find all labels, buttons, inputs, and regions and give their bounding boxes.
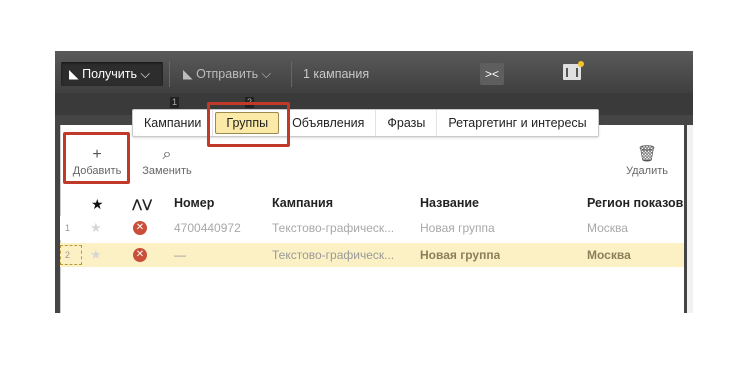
star-column-header[interactable]: ★ <box>91 196 104 213</box>
replace-label: Заменить <box>142 165 192 177</box>
send-button[interactable]: ◣ Отправить ⌵ <box>175 62 279 86</box>
chevron-down-icon: ⌵ <box>258 67 272 81</box>
trash-icon: 🗑 <box>636 146 658 163</box>
get-label: Получить <box>82 67 138 81</box>
get-icon: ◣ <box>69 67 83 81</box>
marker-2: 2 <box>245 97 255 108</box>
add-label: Добавить <box>72 165 122 177</box>
status-error-icon: ✕ <box>133 221 147 235</box>
delete-button[interactable]: 🗑 Удалить <box>618 145 676 177</box>
status-error-icon: ✕ <box>133 248 147 262</box>
plus-icon: + <box>92 146 102 163</box>
column-campaign[interactable]: Кампания <box>272 196 333 210</box>
toolbar: ◣ Получить ⌵ ◣ Отправить ⌵ 1 кампания >< <box>55 51 693 93</box>
search-icon: ⌕ <box>162 146 172 163</box>
tab-phrases[interactable]: Фразы <box>376 110 438 136</box>
tab-bar: Кампании Группы Объявления Фразы Ретарге… <box>132 109 599 137</box>
send-icon: ◣ <box>183 67 197 81</box>
add-button[interactable]: + Добавить <box>68 145 126 177</box>
row-drag-handle[interactable] <box>60 245 82 265</box>
collapse-icon[interactable]: >< <box>480 63 504 85</box>
row-number: 4700440972 <box>174 221 241 235</box>
row-region: Москва <box>587 221 628 235</box>
toolbar-divider <box>169 61 170 87</box>
row-region: Москва <box>587 248 631 262</box>
column-name[interactable]: Название <box>420 196 479 210</box>
tab-retargeting[interactable]: Ретаргетинг и интересы <box>437 110 597 136</box>
tab-campaigns[interactable]: Кампании <box>133 110 214 136</box>
app-window: ◣ Получить ⌵ ◣ Отправить ⌵ 1 кампания ><… <box>55 51 693 313</box>
tab-ads[interactable]: Объявления <box>281 110 377 136</box>
star-icon[interactable]: ★ <box>90 243 102 267</box>
row-number: — <box>174 248 186 262</box>
chevron-down-icon: ⌵ <box>137 67 150 81</box>
panel-edge <box>687 125 693 313</box>
marker-1: 1 <box>170 97 180 108</box>
calendar-icon[interactable] <box>563 61 584 80</box>
row-campaign: Текстово-графическ... <box>272 248 395 262</box>
toolbar-divider <box>291 61 292 87</box>
column-region[interactable]: Регион показов <box>587 196 687 210</box>
delete-label: Удалить <box>626 165 668 177</box>
row-index: 2 <box>65 250 71 260</box>
table-header: ★ ⋀⋁ Номер Кампания Название Регион пока… <box>60 192 684 216</box>
table-row-selected[interactable]: 2 ★ ✕ — Текстово-графическ... Новая груп… <box>60 243 684 267</box>
table-row[interactable]: 1 ★ ✕ 4700440972 Текстово-графическ... Н… <box>60 216 684 240</box>
row-name: Новая группа <box>420 248 501 262</box>
send-label: Отправить <box>196 67 259 81</box>
row-name: Новая группа <box>420 221 495 235</box>
tab-groups[interactable]: Группы <box>215 112 280 134</box>
replace-button[interactable]: ⌕ Заменить <box>138 145 196 177</box>
sort-icon[interactable]: ⋀⋁ <box>132 197 152 211</box>
get-button[interactable]: ◣ Получить ⌵ <box>61 62 163 86</box>
star-icon[interactable]: ★ <box>90 216 102 240</box>
row-campaign: Текстово-графическ... <box>272 221 395 235</box>
row-index: 1 <box>65 223 71 233</box>
campaign-count: 1 кампания <box>303 67 370 81</box>
column-number[interactable]: Номер <box>174 196 214 210</box>
